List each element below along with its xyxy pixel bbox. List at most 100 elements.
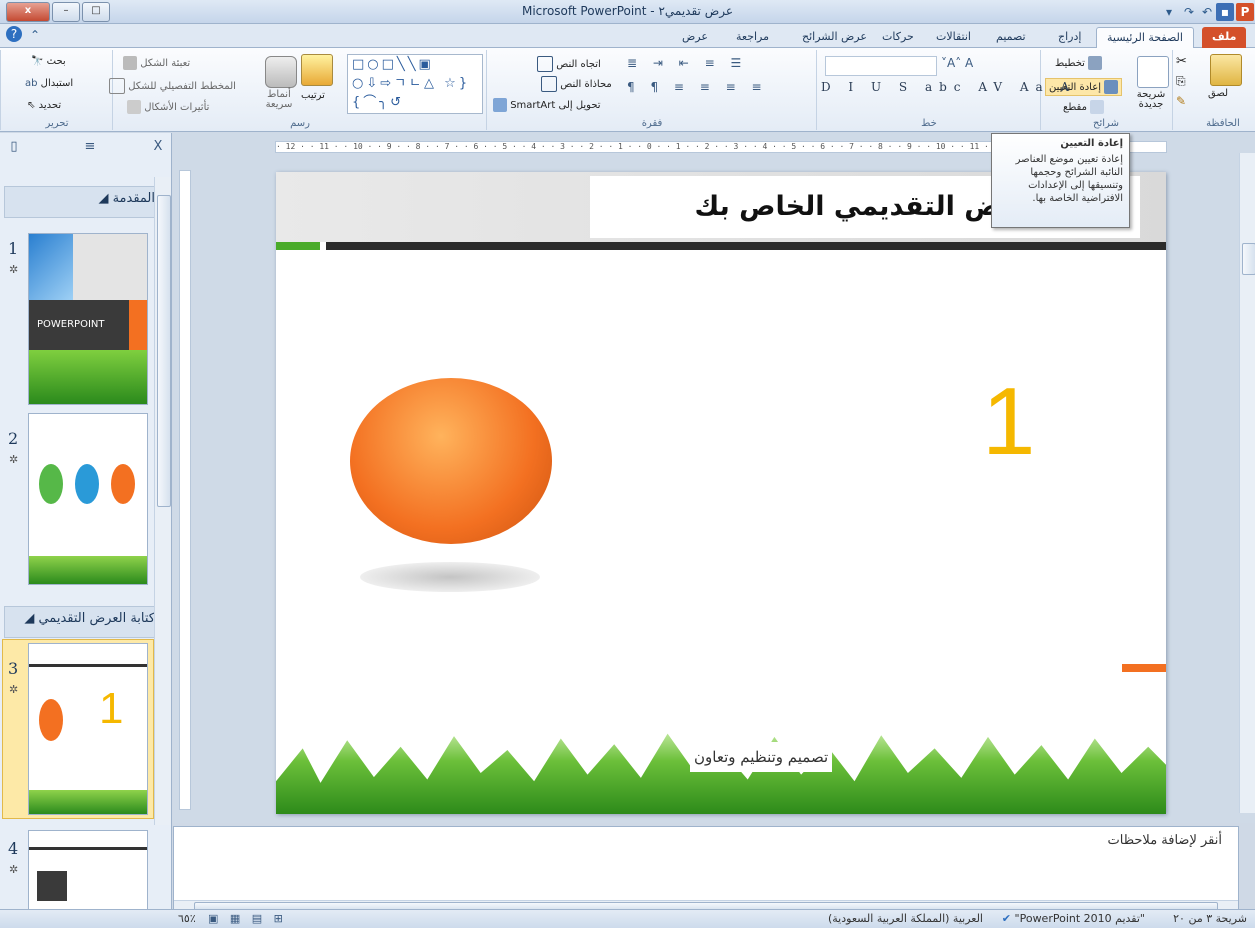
- theme-name[interactable]: "تقديم PowerPoint 2010": [1015, 912, 1145, 925]
- layout-label: تخطيط: [1055, 58, 1085, 69]
- notes-placeholder[interactable]: أنقر لإضافة ملاحظات: [1108, 833, 1222, 848]
- quick-styles-button[interactable]: أنماط سريعة: [259, 90, 299, 110]
- text-direction-icon: [537, 56, 553, 72]
- drawing-group: □○□╲╲▣ ○⇩⇨ㄱㄴ△ ☆}{⌒╮↺ ترتيب أنماط سريعة ت…: [109, 50, 487, 130]
- binoculars-icon: 🔭: [31, 56, 44, 67]
- orange-sphere-shape[interactable]: [350, 378, 552, 544]
- transition-star-icon: ✲: [9, 863, 19, 876]
- tab-transitions[interactable]: انتقالات: [926, 27, 981, 48]
- shape-effects-button[interactable]: تأثيرات الأشكال: [127, 100, 209, 114]
- shape-outline-button[interactable]: المخطط التفصيلي للشكل: [109, 78, 236, 94]
- shape-fill-button[interactable]: تعبئة الشكل: [123, 56, 190, 70]
- section-header-intro[interactable]: المقدمة ◢: [4, 186, 164, 218]
- shape-effects-label: تأثيرات الأشكال: [144, 102, 210, 113]
- current-slide[interactable]: كاتب العرض التقديمي الخاص بك 1 تصميم وتن…: [276, 172, 1166, 814]
- save-icon[interactable]: ▪: [1216, 3, 1234, 21]
- arrange-button[interactable]: ترتيب: [301, 90, 325, 101]
- paragraph-group-label: فقرة: [641, 118, 663, 129]
- layout-icon: [1088, 56, 1103, 70]
- select-label: تحديد: [38, 100, 62, 111]
- select-arrow-icon: ⇖: [27, 100, 36, 111]
- zoom-level[interactable]: ٪٦٥: [178, 912, 196, 925]
- quick-styles-icon[interactable]: [265, 56, 297, 88]
- shapes-gallery[interactable]: □○□╲╲▣ ○⇩⇨ㄱㄴ△ ☆}{⌒╮↺: [347, 54, 483, 114]
- shape-fill-icon: [123, 56, 137, 70]
- find-button[interactable]: بحث 🔭: [31, 56, 66, 67]
- layout-button[interactable]: تخطيط: [1055, 56, 1103, 70]
- alignment-buttons[interactable]: ≡ ≡ ≡ ≡ ¶ ¶: [627, 80, 768, 94]
- redo-icon[interactable]: ↷: [1180, 3, 1198, 21]
- cut-icon[interactable]: ✂: [1176, 54, 1187, 69]
- new-slide-button[interactable]: شريحة جديدة: [1133, 90, 1169, 110]
- shape-outline-label: المخطط التفصيلي للشكل: [128, 81, 236, 92]
- tooltip-title: إعادة التعيين: [1060, 138, 1123, 149]
- arrange-icon[interactable]: [301, 54, 333, 86]
- shape-fill-label: تعبئة الشكل: [140, 58, 191, 69]
- tab-slideshow[interactable]: عرض الشرائح: [792, 27, 877, 48]
- tab-insert[interactable]: إدراج: [1048, 27, 1091, 48]
- close-pane-icon[interactable]: X: [148, 139, 168, 161]
- language-indicator[interactable]: العربية (المملكة العربية السعودية): [828, 912, 983, 925]
- customize-qat-icon[interactable]: ▾: [1160, 3, 1178, 21]
- replace-button[interactable]: استبدال ab: [25, 78, 73, 89]
- minimize-ribbon-icon[interactable]: ⌃: [26, 26, 44, 44]
- list-indent-buttons[interactable]: ☰ ≡ ⇤ ⇥ ≣: [627, 56, 747, 70]
- font-format-buttons[interactable]: D I U S abc AV Aa A: [821, 80, 1076, 94]
- slides-tab-icon[interactable]: ▯: [4, 139, 24, 161]
- editing-group-label: تحرير: [45, 118, 69, 129]
- slide-footer-text[interactable]: تصميم وتنظيم وتعاون: [690, 742, 833, 772]
- slides-pane-scrollbar[interactable]: [154, 177, 171, 825]
- tab-view[interactable]: عرض: [672, 27, 718, 48]
- thumbnail-number: 3: [8, 659, 19, 678]
- outline-tab-icon[interactable]: ≡: [80, 139, 100, 161]
- undo-icon[interactable]: ↶: [1198, 3, 1216, 21]
- powerpoint-logo-icon: P: [1236, 3, 1254, 21]
- reset-tooltip: إعادة التعيين إعادة تعيين موضع العناصر ا…: [991, 133, 1130, 228]
- title-bar: x – □ Microsoft PowerPoint - عرض تقديمي٢…: [0, 0, 1255, 24]
- slide-vertical-scrollbar[interactable]: [1239, 153, 1255, 813]
- slide-thumbnail-3[interactable]: 1: [28, 643, 148, 815]
- scrollbar-thumb[interactable]: [157, 195, 171, 507]
- tab-animations[interactable]: حركات: [872, 27, 924, 48]
- font-size-buttons[interactable]: A˄ A˅: [941, 56, 973, 70]
- spelling-check-icon[interactable]: ✔: [1002, 912, 1011, 925]
- tab-file[interactable]: ملف: [1202, 27, 1247, 48]
- replace-label: استبدال: [40, 78, 74, 89]
- transition-star-icon: ✲: [9, 263, 19, 276]
- paste-icon[interactable]: [1210, 54, 1242, 86]
- select-button[interactable]: تحديد ⇖: [27, 100, 61, 111]
- transition-star-icon: ✲: [9, 683, 19, 696]
- transition-star-icon: ✲: [9, 453, 19, 466]
- ribbon-tabs: ? ⌃ ملف الصفحة الرئيسية إدراج تصميم انتق…: [0, 24, 1255, 49]
- scrollbar-thumb[interactable]: [1242, 243, 1255, 275]
- tab-design[interactable]: تصميم: [986, 27, 1036, 48]
- copy-icon[interactable]: ⎘: [1176, 74, 1186, 89]
- text-direction-button[interactable]: اتجاه النص: [537, 56, 601, 72]
- convert-smartart-button[interactable]: تحويل إلى SmartArt: [493, 98, 601, 112]
- slide-thumbnail-2[interactable]: [28, 413, 148, 585]
- section-label: مقطع: [1063, 102, 1087, 113]
- font-size-combobox[interactable]: [825, 56, 937, 76]
- slides-group-label: شرائح: [1093, 118, 1119, 129]
- section-header-writing[interactable]: كتابة العرض التقديمي ◢: [4, 606, 164, 638]
- section-button[interactable]: مقطع: [1063, 100, 1105, 114]
- new-slide-icon[interactable]: [1137, 56, 1169, 88]
- vertical-ruler: [179, 170, 191, 810]
- tab-review[interactable]: مراجعة: [726, 27, 779, 48]
- align-text-label: محاذاة النص: [560, 79, 612, 90]
- slides-pane: ▯ ≡ X المقدمة ◢ 1 ✲ POWERPOINT ٢٠١٠ 2 ✲ …: [0, 133, 172, 928]
- paste-button[interactable]: لصق: [1208, 88, 1228, 99]
- text-direction-label: اتجاه النص: [556, 59, 601, 70]
- slide-thumbnail-1[interactable]: POWERPOINT ٢٠١٠: [28, 233, 148, 405]
- slide-big-number[interactable]: 1: [982, 372, 1035, 472]
- font-group: A˄ A˅ D I U S abc AV Aa A خط: [816, 50, 1069, 130]
- align-text-button[interactable]: محاذاة النص: [541, 76, 612, 92]
- format-painter-icon[interactable]: ✎: [1176, 94, 1186, 108]
- notes-pane[interactable]: أنقر لإضافة ملاحظات: [173, 826, 1239, 914]
- view-buttons[interactable]: ⊞ ▤ ▦ ▣: [208, 912, 287, 925]
- find-label: بحث: [46, 56, 66, 67]
- tab-home[interactable]: الصفحة الرئيسية: [1096, 27, 1194, 49]
- thumbnail-number: 4: [8, 839, 19, 858]
- help-icon[interactable]: ?: [6, 26, 22, 42]
- clipboard-group-label: الحافظة: [1206, 118, 1240, 129]
